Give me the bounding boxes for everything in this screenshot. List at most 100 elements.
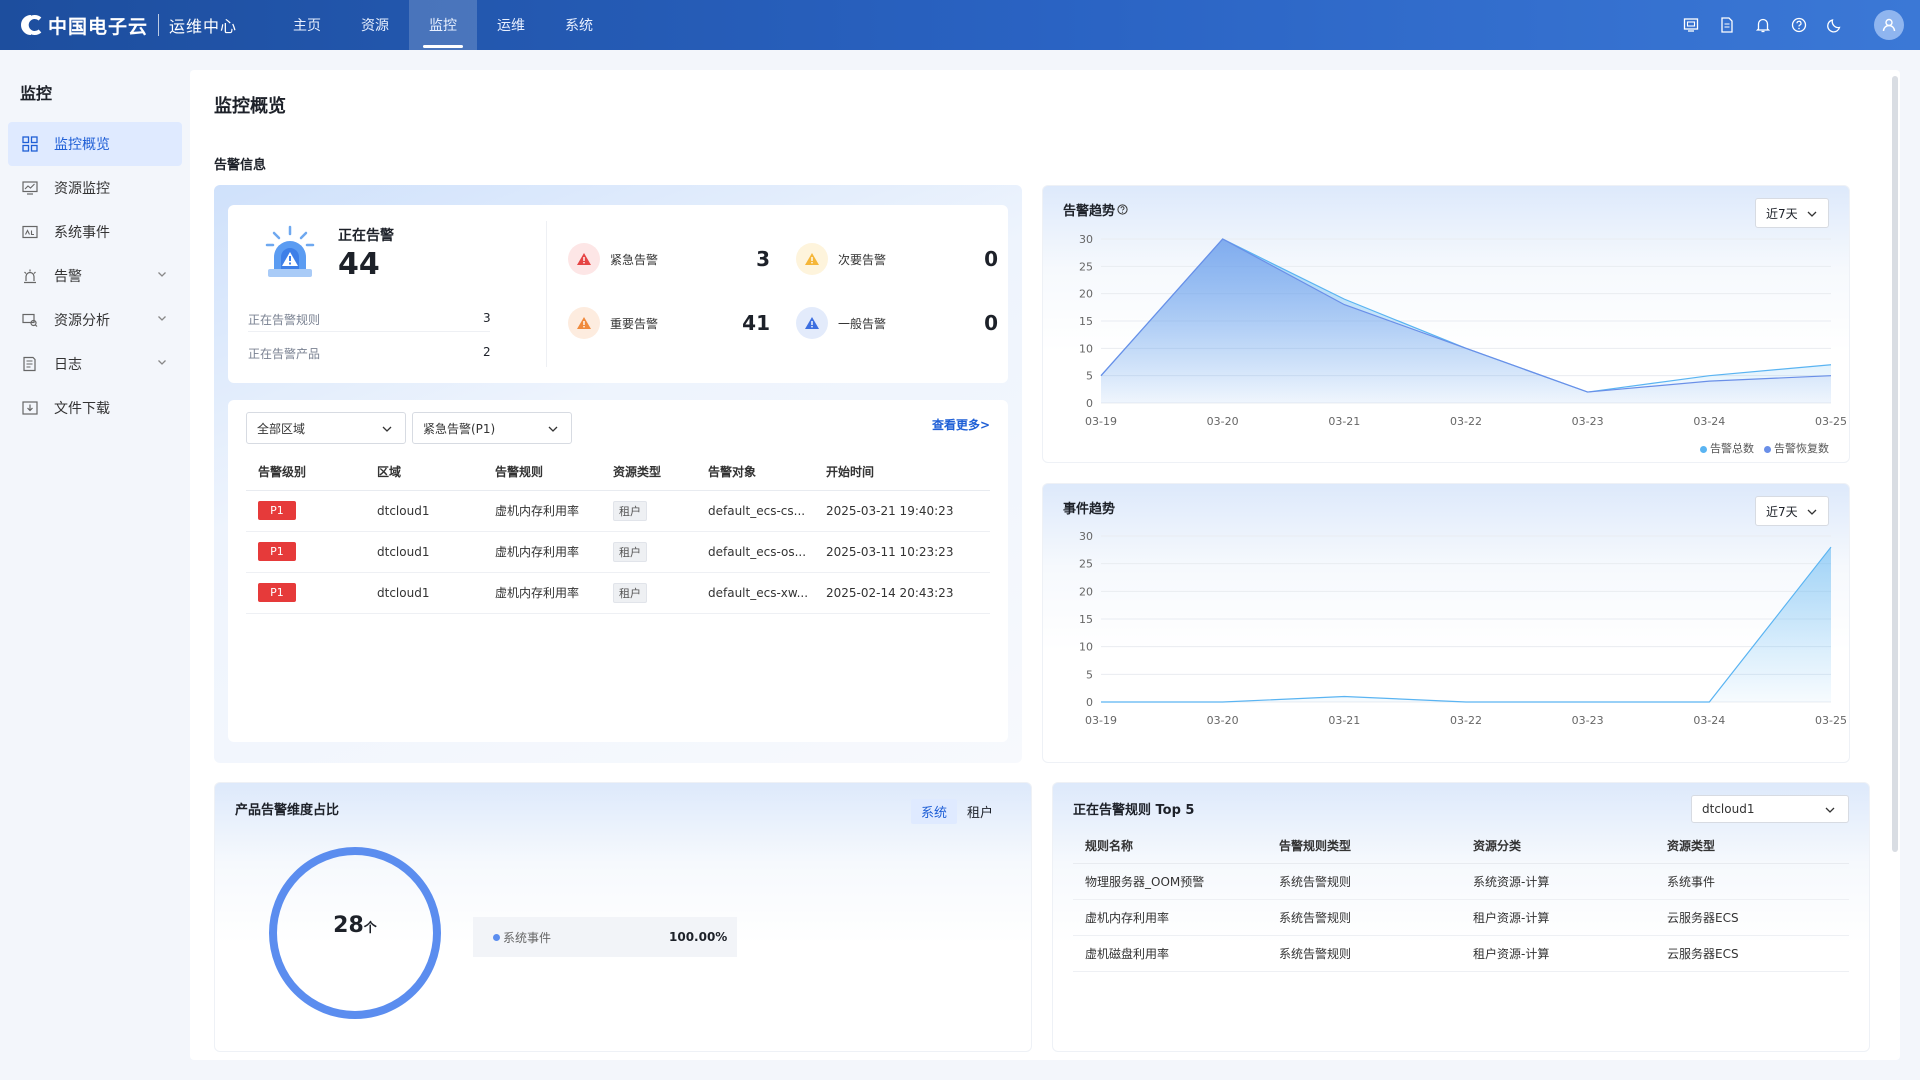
cell-rule-type: 系统告警规则 bbox=[1267, 935, 1461, 972]
cell-object: default_ecs-cs... bbox=[696, 490, 814, 532]
legend-item[interactable]: 告警总数 bbox=[1700, 440, 1754, 456]
chevron-down-icon bbox=[547, 423, 559, 438]
column-header[interactable]: 告警规则类型 bbox=[1267, 829, 1461, 864]
cell-category: 租户资源-计算 bbox=[1461, 899, 1655, 936]
cell-region: dtcloud1 bbox=[365, 572, 483, 614]
series-line[interactable] bbox=[1101, 546, 1832, 703]
nav-system[interactable]: 系统 bbox=[545, 0, 613, 50]
sidebar-item-label: 文件下载 bbox=[54, 401, 110, 417]
top5-table: 规则名称 告警规则类型 资源分类 资源类型 物理服务器_OOM预警 系统告警规则… bbox=[1073, 829, 1849, 972]
table-row[interactable]: P1 dtcloud1 虚机内存利用率 租户 default_ecs-xw...… bbox=[246, 572, 990, 614]
table-header-row: 告警级别 区域 告警规则 资源类型 告警对象 开始时间 bbox=[246, 454, 990, 491]
table-row[interactable]: 虚机磁盘利用率 系统告警规则 租户资源-计算 云服务器ECS bbox=[1073, 935, 1849, 972]
sidebar-item-resource-monitor[interactable]: 资源监控 bbox=[8, 166, 182, 210]
sidebar-item-label: 系统事件 bbox=[54, 225, 110, 241]
cell-resource-type: 系统事件 bbox=[1655, 863, 1849, 900]
cell-category: 系统资源-计算 bbox=[1461, 863, 1655, 900]
x-tick-label: 03-22 bbox=[1450, 415, 1482, 428]
sidebar-item-file-download[interactable]: 文件下载 bbox=[8, 386, 182, 430]
column-header[interactable]: 告警规则 bbox=[483, 454, 601, 491]
y-tick-label: 0 bbox=[1086, 696, 1093, 709]
nav-ops[interactable]: 运维 bbox=[477, 0, 545, 50]
table-row[interactable]: 物理服务器_OOM预警 系统告警规则 系统资源-计算 系统事件 bbox=[1073, 863, 1849, 900]
table-row[interactable]: 虚机内存利用率 系统告警规则 租户资源-计算 云服务器ECS bbox=[1073, 899, 1849, 936]
severity-value: 0 bbox=[984, 311, 998, 335]
download-icon bbox=[22, 399, 40, 417]
x-tick-label: 03-19 bbox=[1085, 714, 1117, 727]
sidebar-item-overview[interactable]: 监控概览 bbox=[8, 122, 182, 166]
sidebar-item-resource-analysis[interactable]: 资源分析 bbox=[8, 298, 182, 342]
sidebar-item-label: 资源监控 bbox=[54, 181, 110, 197]
document-icon[interactable] bbox=[1718, 16, 1736, 34]
level-select-value: 紧急告警(P1) bbox=[423, 421, 496, 436]
help-icon[interactable] bbox=[1790, 16, 1808, 34]
severity-label: 紧急告警 bbox=[610, 252, 659, 267]
legend-item[interactable]: 告警恢复数 bbox=[1764, 440, 1829, 456]
sidebar-item-label: 日志 bbox=[54, 357, 82, 373]
sidebar-item-system-events[interactable]: 系统事件 bbox=[8, 210, 182, 254]
y-tick-label: 25 bbox=[1079, 260, 1093, 273]
nav-home[interactable]: 主页 bbox=[273, 0, 341, 50]
resource-type-tag: 租户 bbox=[613, 541, 647, 562]
level-select[interactable]: 紧急告警(P1) bbox=[412, 412, 572, 444]
sidebar-item-logs[interactable]: 日志 bbox=[8, 342, 182, 386]
nav-monitor[interactable]: 监控 bbox=[409, 0, 478, 50]
cell-rule: 虚机内存利用率 bbox=[483, 490, 601, 532]
vertical-scrollbar[interactable] bbox=[1892, 76, 1898, 852]
top5-region-select[interactable]: dtcloud1 bbox=[1691, 795, 1849, 823]
tab-tenant[interactable]: 租户 bbox=[957, 799, 1003, 824]
y-tick-label: 10 bbox=[1079, 641, 1093, 654]
severity-general[interactable]: 一般告警 0 bbox=[796, 307, 998, 339]
column-header[interactable]: 开始时间 bbox=[814, 454, 990, 491]
severity-critical[interactable]: 紧急告警 3 bbox=[568, 243, 770, 275]
active-alarm-label: 正在告警 bbox=[338, 228, 394, 244]
tab-system[interactable]: 系统 bbox=[910, 799, 957, 824]
warning-triangle-icon bbox=[568, 243, 600, 275]
alarm-trend-legend: 告警总数 告警恢复数 bbox=[1700, 440, 1829, 456]
severity-major[interactable]: 重要告警 41 bbox=[568, 307, 770, 339]
user-avatar[interactable] bbox=[1874, 10, 1904, 40]
rule-name-link[interactable]: 物理服务器_OOM预警 bbox=[1073, 863, 1267, 900]
severity-minor[interactable]: 次要告警 0 bbox=[796, 243, 998, 275]
severity-value: 41 bbox=[742, 311, 770, 335]
x-tick-label: 03-20 bbox=[1207, 415, 1239, 428]
screen-icon[interactable] bbox=[1682, 16, 1700, 34]
region-select[interactable]: 全部区域 bbox=[246, 412, 406, 444]
brand-name: 中国电子云 bbox=[48, 15, 149, 38]
table-row[interactable]: P1 dtcloud1 虚机内存利用率 租户 default_ecs-os...… bbox=[246, 531, 990, 573]
rule-name-link[interactable]: 虚机内存利用率 bbox=[1073, 899, 1267, 936]
view-more-link[interactable]: 查看更多> bbox=[932, 416, 990, 433]
y-tick-label: 25 bbox=[1079, 558, 1093, 571]
main-nav: 主页 资源 监控 运维 系统 bbox=[273, 0, 613, 50]
cell-start-time: 2025-03-11 10:23:23 bbox=[814, 531, 990, 573]
sidebar: 监控 监控概览 资源监控 系统事件 告警 资源分析 日志 文件下载 bbox=[0, 50, 190, 1080]
column-header[interactable]: 区域 bbox=[365, 454, 483, 491]
chevron-down-icon bbox=[381, 423, 393, 438]
x-tick-label: 03-25 bbox=[1815, 415, 1847, 428]
alarm-rules-value: 3 bbox=[483, 311, 491, 325]
donut-legend-row[interactable]: 系统事件 100.00% bbox=[473, 917, 737, 957]
moon-icon[interactable] bbox=[1826, 16, 1844, 34]
cell-start-time: 2025-03-21 19:40:23 bbox=[814, 490, 990, 532]
column-header[interactable]: 告警级别 bbox=[246, 454, 365, 491]
x-tick-label: 03-21 bbox=[1328, 714, 1360, 727]
nav-resource[interactable]: 资源 bbox=[341, 0, 409, 50]
brand-logo[interactable]: 中国电子云 运维中心 bbox=[18, 12, 237, 39]
column-header[interactable]: 资源类型 bbox=[1655, 829, 1849, 864]
column-header[interactable]: 规则名称 bbox=[1073, 829, 1267, 864]
table-row[interactable]: P1 dtcloud1 虚机内存利用率 租户 default_ecs-cs...… bbox=[246, 490, 990, 532]
donut-total: 28 bbox=[333, 913, 364, 938]
active-alarm-count: 44 bbox=[338, 247, 380, 282]
sidebar-item-alarm[interactable]: 告警 bbox=[8, 254, 182, 298]
vertical-divider bbox=[546, 221, 547, 367]
alarm-table: 告警级别 区域 告警规则 资源类型 告警对象 开始时间 P1 dtcloud1 … bbox=[246, 454, 990, 614]
top5-title: 正在告警规则 Top 5 bbox=[1073, 803, 1195, 818]
sidebar-item-label: 监控概览 bbox=[54, 137, 110, 153]
top-toolbar bbox=[1682, 0, 1904, 50]
column-header[interactable]: 告警对象 bbox=[696, 454, 814, 491]
y-tick-label: 15 bbox=[1079, 613, 1093, 626]
column-header[interactable]: 资源分类 bbox=[1461, 829, 1655, 864]
rule-name-link[interactable]: 虚机磁盘利用率 bbox=[1073, 935, 1267, 972]
column-header[interactable]: 资源类型 bbox=[601, 454, 696, 491]
bell-icon[interactable] bbox=[1754, 16, 1772, 34]
